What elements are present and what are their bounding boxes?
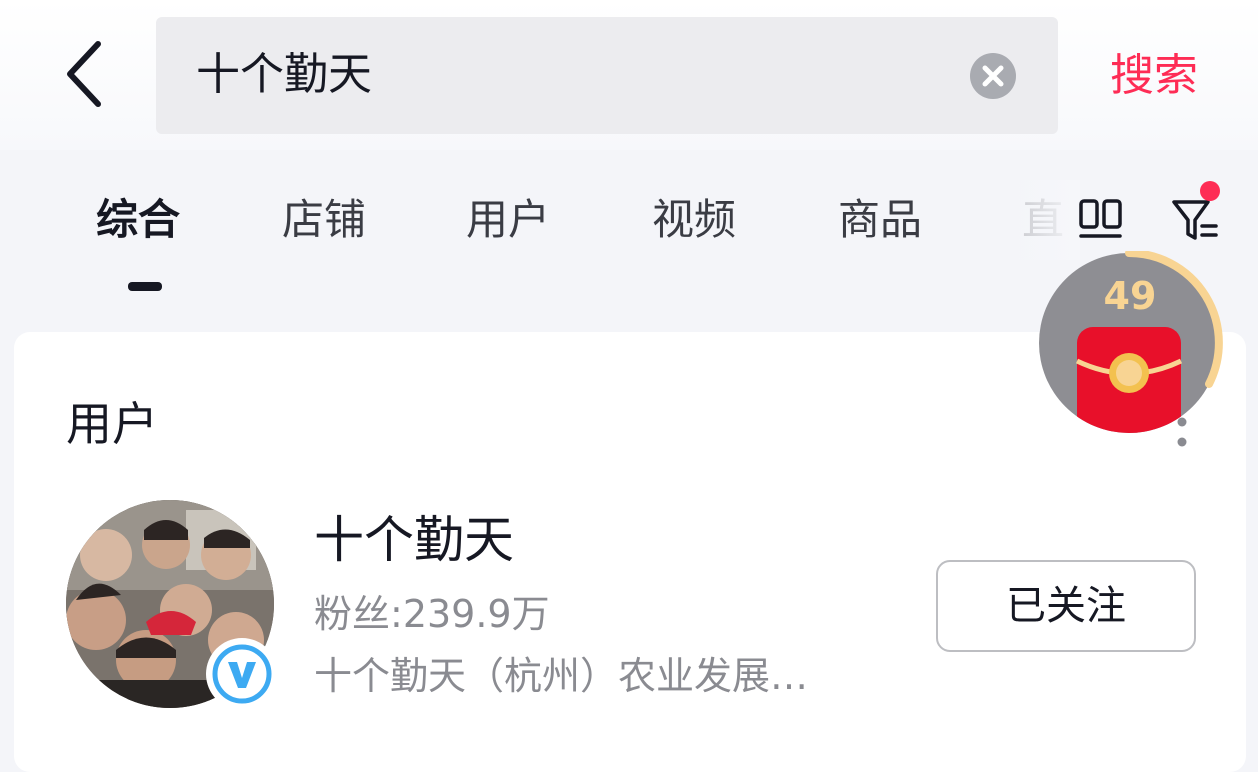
tab-products[interactable]: 商品 xyxy=(838,190,922,250)
tab-shops[interactable]: 店铺 xyxy=(282,190,366,250)
search-query-text[interactable]: 十个勤天 xyxy=(196,45,372,105)
clear-circle-icon xyxy=(982,65,1004,87)
red-packet-widget[interactable]: 49 xyxy=(1037,249,1223,437)
widget-count: 49 xyxy=(1103,274,1157,318)
clear-search-button[interactable] xyxy=(970,53,1016,99)
back-button[interactable] xyxy=(56,36,116,116)
verified-v-icon xyxy=(206,638,278,710)
section-title: 用户 xyxy=(66,397,158,451)
search-input[interactable]: 十个勤天 xyxy=(156,17,1058,134)
search-button[interactable]: 搜索 xyxy=(1110,46,1198,106)
tab-overall[interactable]: 综合 xyxy=(96,190,180,250)
fans-label: 粉丝: xyxy=(314,592,403,636)
double-column-icon[interactable] xyxy=(1078,198,1124,240)
follow-button[interactable]: 已关注 xyxy=(936,560,1196,652)
tabs-fade-overlay xyxy=(1010,180,1080,260)
tab-videos[interactable]: 视频 xyxy=(652,190,736,250)
filter-icon[interactable] xyxy=(1170,196,1220,246)
user-name[interactable]: 十个勤天 xyxy=(314,508,514,572)
filter-notification-dot xyxy=(1200,181,1220,201)
active-tab-indicator xyxy=(128,282,162,291)
fans-count: 239.9万 xyxy=(402,592,550,636)
chevron-left-icon xyxy=(67,41,101,107)
fans-count-row: 粉丝:239.9万 xyxy=(314,588,550,640)
search-header: 十个勤天 搜索 xyxy=(0,0,1258,150)
tab-users[interactable]: 用户 xyxy=(466,190,550,250)
user-description: 十个勤天（杭州）农业发展… xyxy=(314,654,809,698)
